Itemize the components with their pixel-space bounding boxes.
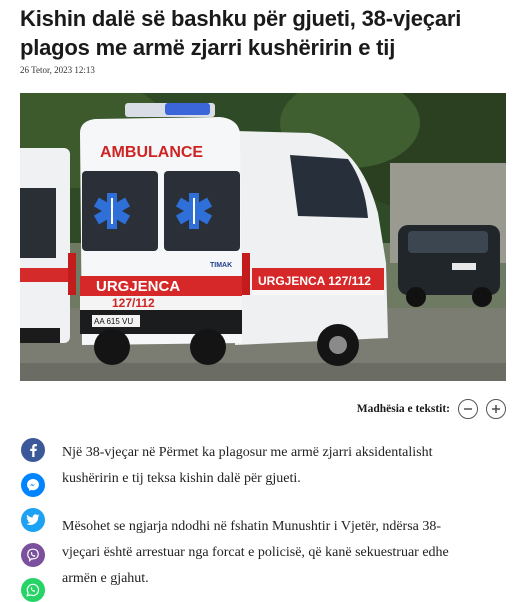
article-paragraph: Mësohet se ngjarja ndodhi në fshatin Mun… xyxy=(62,519,449,586)
share-whatsapp-button[interactable] xyxy=(21,578,45,602)
article-paragraph: Një 38-vjeçar në Përmet ka plagosur me a… xyxy=(62,445,433,486)
photo-urgjenca-text: URGJENCA xyxy=(96,278,180,295)
article-photo: URGJENCA 127/112 AMBULANCE TIMAK URGJENC… xyxy=(20,93,506,381)
photo-ambulance-text: AMBULANCE xyxy=(100,144,203,161)
article-date: 26 Tetor, 2023 12:13 xyxy=(20,65,95,75)
article-title: Kishin dalë së bashku për gjueti, 38-vje… xyxy=(20,6,462,60)
photo-plate-text: AA 615 VU xyxy=(94,317,133,326)
photo-brand-text: TIMAK xyxy=(210,262,232,269)
plus-icon xyxy=(492,405,500,413)
messenger-icon xyxy=(27,479,39,491)
increase-text-size-button[interactable] xyxy=(486,399,506,419)
share-facebook-button[interactable] xyxy=(21,438,45,462)
minus-icon xyxy=(464,408,472,410)
share-viber-button[interactable] xyxy=(21,543,45,567)
text-size-label: Madhësia e tekstit: xyxy=(356,403,450,415)
decrease-text-size-button[interactable] xyxy=(458,399,478,419)
facebook-icon xyxy=(30,444,37,457)
viber-icon xyxy=(27,548,39,562)
text-size-control: Madhësia e tekstit: xyxy=(357,397,506,421)
photo-side-text: URGJENCA 127/112 xyxy=(258,274,371,288)
whatsapp-icon xyxy=(26,583,40,597)
photo-phone-text: 127/112 xyxy=(112,296,155,310)
twitter-icon xyxy=(26,514,40,525)
share-twitter-button[interactable] xyxy=(21,508,45,532)
share-messenger-button[interactable] xyxy=(21,473,45,497)
